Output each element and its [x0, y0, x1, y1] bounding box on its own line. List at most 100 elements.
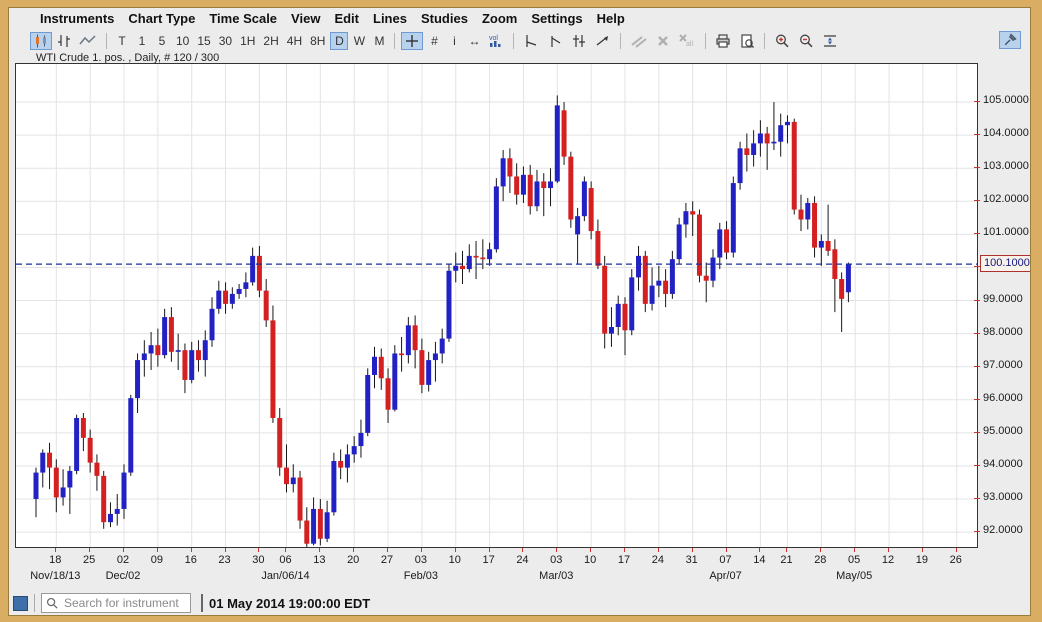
time-tick [258, 548, 259, 552]
statusbar-divider [201, 594, 203, 612]
menu-view[interactable]: View [284, 9, 327, 28]
time-tick-label: 16 [178, 554, 204, 566]
price-tick-label: 96.0000 [983, 392, 1023, 404]
price-tick-label: 94.0000 [983, 458, 1023, 470]
search-input[interactable] [62, 595, 186, 611]
time-tick-label: 03 [408, 554, 434, 566]
delete-line-icon [653, 32, 673, 50]
candlestick-chart-icon[interactable] [30, 32, 52, 50]
price-tick [974, 531, 980, 532]
ray-icon[interactable] [592, 32, 614, 50]
time-tick-label: 30 [245, 554, 271, 566]
expand-horizontal-icon[interactable]: ↔ [465, 32, 483, 50]
connection-status-icon [13, 596, 28, 611]
timeframe-1h[interactable]: 1H [237, 32, 258, 50]
instrument-search[interactable] [41, 593, 191, 613]
time-tick [820, 548, 821, 552]
time-tick [759, 548, 760, 552]
channel-icon[interactable] [568, 32, 590, 50]
grid-icon[interactable]: # [425, 32, 443, 50]
svg-text:vol: vol [489, 35, 498, 42]
time-tick [123, 548, 124, 552]
line-chart-icon[interactable] [76, 32, 100, 50]
price-tick [974, 498, 980, 499]
time-tick [157, 548, 158, 552]
time-tick [556, 548, 557, 552]
time-tick [353, 548, 354, 552]
timeframe-daily[interactable]: D [330, 32, 348, 50]
menu-time-scale[interactable]: Time Scale [202, 9, 284, 28]
menu-studies[interactable]: Studies [414, 9, 475, 28]
time-tick-label: 18 [42, 554, 68, 566]
time-month-label: May/05 [824, 570, 884, 582]
timeframe-2h[interactable]: 2H [260, 32, 281, 50]
price-tick [974, 200, 980, 201]
time-tick [692, 548, 693, 552]
time-tick-label: 26 [943, 554, 969, 566]
price-tick [974, 167, 980, 168]
svg-text:all: all [686, 41, 693, 48]
trendline-icon[interactable] [520, 32, 542, 50]
toolbar-groups: T151015301H2H4H8HDWM#i↔volall [29, 32, 842, 50]
toolbar-separator [705, 33, 706, 49]
fit-vertical-icon[interactable] [819, 32, 841, 50]
print-preview-icon[interactable] [736, 32, 758, 50]
trendline-angle-icon[interactable] [544, 32, 566, 50]
time-tick-label: 10 [577, 554, 603, 566]
time-tick [55, 548, 56, 552]
time-tick [624, 548, 625, 552]
search-icon [46, 597, 59, 610]
price-tick [974, 134, 980, 135]
time-tick [191, 548, 192, 552]
price-tick-label: 105.0000 [983, 94, 1029, 106]
menu-help[interactable]: Help [590, 9, 632, 28]
zoom-in-icon[interactable] [771, 32, 793, 50]
timeframe-monthly[interactable]: M [370, 32, 388, 50]
menu-chart-type[interactable]: Chart Type [121, 9, 202, 28]
time-month-label: Nov/18/13 [25, 570, 85, 582]
time-tick-label: 07 [713, 554, 739, 566]
zoom-out-icon[interactable] [795, 32, 817, 50]
menu-instruments[interactable]: Instruments [33, 9, 121, 28]
price-tick-label: 102.0000 [983, 193, 1029, 205]
time-tick [89, 548, 90, 552]
timeframe-10min[interactable]: 10 [173, 32, 192, 50]
chart-canvas [16, 64, 977, 547]
time-tick [590, 548, 591, 552]
price-tick-label: 93.0000 [983, 491, 1023, 503]
toolbar-separator [764, 33, 765, 49]
menu-bar: InstrumentsChart TypeTime ScaleViewEditL… [9, 8, 1030, 29]
ohlc-bars-icon[interactable] [54, 32, 74, 50]
info-icon[interactable]: i [445, 32, 463, 50]
timeframe-5min[interactable]: 5 [153, 32, 171, 50]
timeframe-tick[interactable]: T [113, 32, 131, 50]
pin-icon[interactable] [999, 31, 1021, 49]
crosshair-icon[interactable] [401, 32, 423, 50]
menu-edit[interactable]: Edit [327, 9, 366, 28]
time-tick-label: 31 [679, 554, 705, 566]
time-tick-label: 23 [212, 554, 238, 566]
toolbar-separator [106, 33, 107, 49]
timeframe-8h[interactable]: 8H [307, 32, 328, 50]
menu-settings[interactable]: Settings [524, 9, 589, 28]
price-tick-label: 92.0000 [983, 524, 1023, 536]
menu-zoom[interactable]: Zoom [475, 9, 524, 28]
time-tick [285, 548, 286, 552]
candlestick-chart[interactable] [15, 63, 978, 548]
app-window: InstrumentsChart TypeTime ScaleViewEditL… [0, 0, 1042, 622]
time-tick-label: 28 [807, 554, 833, 566]
menu-lines[interactable]: Lines [366, 9, 414, 28]
time-tick-label: 05 [841, 554, 867, 566]
timeframe-15min[interactable]: 15 [194, 32, 213, 50]
print-icon[interactable] [712, 32, 734, 50]
timeframe-1min[interactable]: 1 [133, 32, 151, 50]
pin-glyph [1002, 32, 1018, 48]
volume-icon[interactable]: vol [485, 32, 507, 50]
timestamp: 01 May 2014 19:00:00 EDT [209, 596, 370, 611]
timeframe-weekly[interactable]: W [350, 32, 368, 50]
timeframe-30min[interactable]: 30 [216, 32, 235, 50]
time-month-label: Dec/02 [93, 570, 153, 582]
time-tick-label: 06 [272, 554, 298, 566]
time-tick [421, 548, 422, 552]
timeframe-4h[interactable]: 4H [284, 32, 305, 50]
